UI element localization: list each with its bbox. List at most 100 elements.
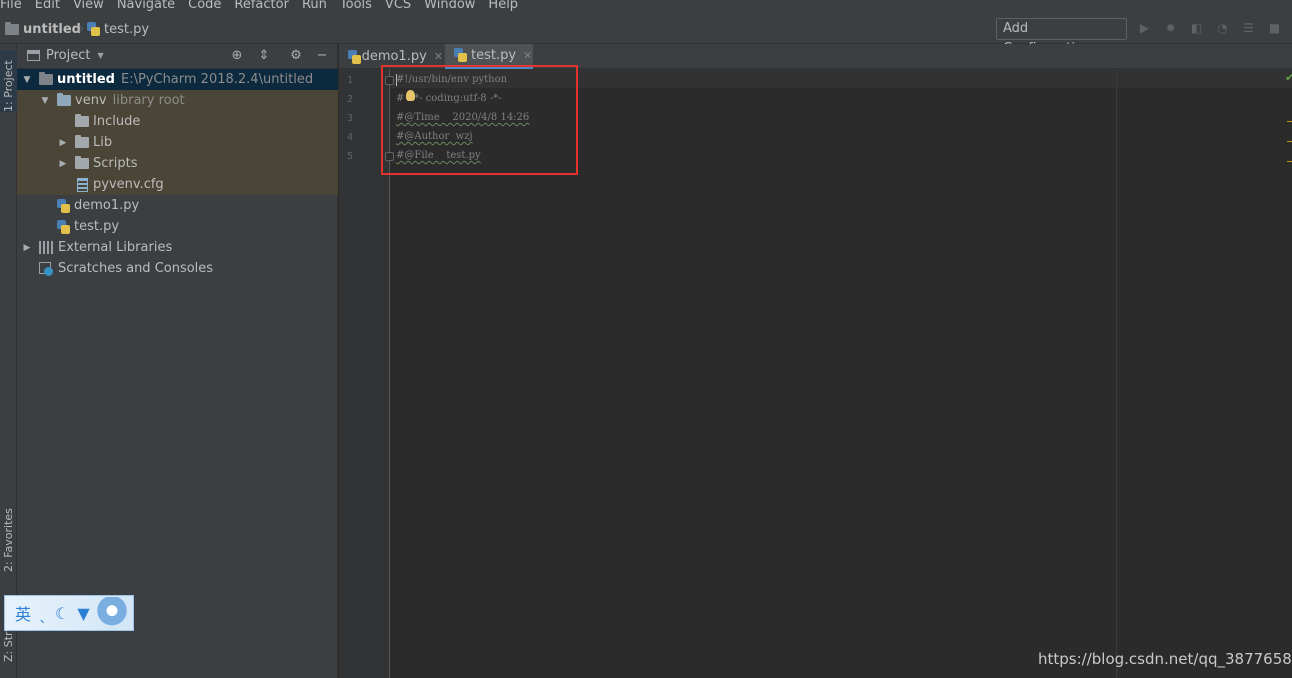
library-icon xyxy=(39,241,53,254)
breadcrumb-project-label: untitled xyxy=(23,21,81,37)
stop-icon[interactable]: ■ xyxy=(1268,21,1281,35)
tab-label: test.py xyxy=(471,47,517,63)
project-window-icon xyxy=(27,50,40,61)
tree-item-path: E:\PyCharm 2018.2.4\untitled xyxy=(120,72,314,87)
locate-icon[interactable]: ⊕ xyxy=(230,49,244,63)
debug-icon[interactable]: ✹ xyxy=(1164,21,1177,35)
menu-code[interactable]: Code xyxy=(188,0,221,12)
menu-window[interactable]: Window xyxy=(424,0,475,12)
breadcrumb-project[interactable]: untitled xyxy=(5,20,81,38)
ime-toolbar[interactable]: 英 ˎ ☾ ▼ xyxy=(4,595,134,631)
python-file-icon xyxy=(87,22,100,36)
tree-item-label: untitled xyxy=(57,72,115,87)
right-margin-guide xyxy=(1116,69,1117,678)
ime-logo-icon xyxy=(95,597,129,631)
project-panel: Project ▼ ⊕ ⇕ ⚙ − ▼ untitled E:\PyCharm … xyxy=(17,44,338,678)
favorites-tool-button[interactable]: 2: Favorites xyxy=(0,504,17,572)
tree-item-lib[interactable]: ▶ Lib xyxy=(17,132,338,153)
tree-item-hint: library root xyxy=(112,93,185,108)
run-icon[interactable]: ▶ xyxy=(1138,21,1151,35)
python-file-icon xyxy=(348,49,361,64)
menu-help[interactable]: Help xyxy=(488,0,518,12)
tree-item-label: Scripts xyxy=(93,156,138,171)
python-file-icon xyxy=(57,219,70,234)
add-configuration-button[interactable]: Add Configuration... xyxy=(996,18,1127,56)
breadcrumb-separator-icon: › xyxy=(78,18,85,37)
collapsed-arrow-icon[interactable]: ▶ xyxy=(57,138,69,148)
collapse-all-icon[interactable]: ⇕ xyxy=(257,49,271,63)
line-number: 2 xyxy=(346,94,353,105)
folder-icon xyxy=(75,135,89,148)
menu-run[interactable]: Run xyxy=(302,0,327,12)
project-panel-header: Project ▼ ⊕ ⇕ ⚙ − xyxy=(17,44,338,69)
chevron-down-icon: ▼ xyxy=(97,51,104,60)
tree-item-venv[interactable]: ▼ venv library root xyxy=(17,90,338,111)
folder-icon xyxy=(5,21,19,35)
menu-edit[interactable]: Edit xyxy=(35,0,60,12)
ime-language-label[interactable]: 英 xyxy=(15,601,31,625)
folder-icon xyxy=(75,114,89,127)
python-file-icon xyxy=(454,48,467,62)
menu-view[interactable]: View xyxy=(73,0,104,12)
close-icon[interactable]: ✕ xyxy=(523,49,532,62)
tree-item-demo1[interactable]: demo1.py xyxy=(17,195,338,216)
menu-refactor[interactable]: Refactor xyxy=(234,0,289,12)
navigation-bar: untitled › test.py Add Configuration... … xyxy=(0,15,1292,56)
tree-item-label: venv xyxy=(75,93,107,108)
folder-icon xyxy=(75,156,89,169)
gear-icon[interactable]: ⚙ xyxy=(289,49,303,63)
expanded-arrow-icon[interactable]: ▼ xyxy=(39,96,51,106)
coverage-icon[interactable]: ◧ xyxy=(1190,21,1203,35)
project-tool-button[interactable]: 1: Project xyxy=(0,50,17,112)
tree-item-label: Scratches and Consoles xyxy=(58,261,214,276)
line-number: 1 xyxy=(346,75,353,86)
breadcrumb-file[interactable]: test.py xyxy=(87,20,149,38)
collapsed-arrow-icon[interactable]: ▶ xyxy=(21,243,33,253)
highlight-box xyxy=(381,65,578,175)
python-file-icon xyxy=(57,198,70,213)
tree-item-untitled[interactable]: ▼ untitled E:\PyCharm 2018.2.4\untitled xyxy=(17,69,338,90)
tree-item-label: Lib xyxy=(93,135,113,150)
tree-item-pyvenv-cfg[interactable]: pyvenv.cfg xyxy=(17,174,338,195)
tree-item-include[interactable]: Include xyxy=(17,111,338,132)
menu-file[interactable]: File xyxy=(0,0,22,12)
menu-tools[interactable]: Tools xyxy=(340,0,372,12)
profile-icon[interactable]: ◔ xyxy=(1216,21,1229,35)
tree-item-scripts[interactable]: ▶ Scripts xyxy=(17,153,338,174)
minimize-icon[interactable]: − xyxy=(315,49,329,63)
tree-item-external-libraries[interactable]: ▶ External Libraries xyxy=(17,237,338,258)
line-number: 3 xyxy=(346,113,353,124)
project-view-selector[interactable]: Project ▼ xyxy=(27,48,104,63)
concurrency-icon[interactable]: ☰ xyxy=(1242,21,1255,35)
menu-bar: File Edit View Navigate Code Refactor Ru… xyxy=(0,0,1292,15)
tree-item-label: test.py xyxy=(74,219,120,234)
scratches-icon xyxy=(39,261,53,276)
breadcrumb-file-label: test.py xyxy=(104,21,150,37)
menu-vcs[interactable]: VCS xyxy=(385,0,411,12)
tree-item-label: Include xyxy=(93,114,141,129)
close-icon[interactable]: ✕ xyxy=(434,50,443,63)
menu-navigate[interactable]: Navigate xyxy=(117,0,175,12)
collapsed-arrow-icon[interactable]: ▶ xyxy=(57,159,69,169)
tree-item-label: pyvenv.cfg xyxy=(93,177,164,192)
warning-stripe-mark[interactable] xyxy=(1287,141,1292,142)
tree-item-label: External Libraries xyxy=(58,240,173,255)
warning-stripe-mark[interactable] xyxy=(1287,161,1292,162)
warning-stripe-mark[interactable] xyxy=(1287,121,1292,122)
left-tool-stripe: 1: Project 2: Favorites Z: Stru xyxy=(0,44,17,678)
line-number: 5 xyxy=(346,151,353,162)
project-panel-title: Project xyxy=(46,48,91,63)
ime-skin-icon[interactable]: ▼ xyxy=(77,604,89,623)
line-number: 4 xyxy=(346,132,353,143)
library-folder-icon xyxy=(57,93,71,106)
inspection-ok-icon[interactable]: ✔ xyxy=(1285,71,1292,84)
watermark: https://blog.csdn.net/qq_38776582 xyxy=(1038,650,1292,668)
tree-item-label: demo1.py xyxy=(74,198,140,213)
ime-punctuation-icon[interactable]: ˎ xyxy=(39,604,47,623)
config-file-icon xyxy=(77,177,88,192)
tree-item-test[interactable]: test.py xyxy=(17,216,338,237)
folder-icon xyxy=(39,72,53,85)
ime-moon-icon[interactable]: ☾ xyxy=(55,604,69,623)
expanded-arrow-icon[interactable]: ▼ xyxy=(21,75,33,85)
tree-item-scratches[interactable]: Scratches and Consoles xyxy=(17,258,338,279)
